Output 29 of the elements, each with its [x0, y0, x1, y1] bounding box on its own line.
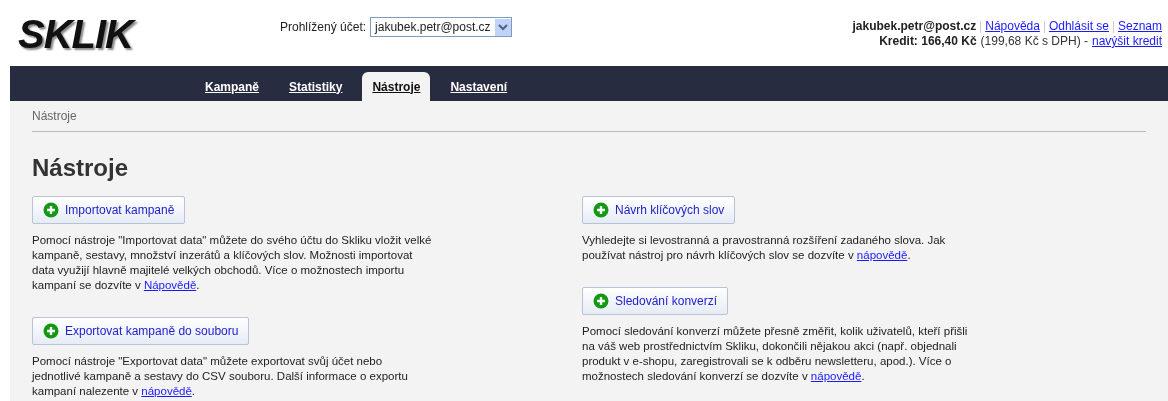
header-link[interactable]: Nápověda — [985, 19, 1040, 34]
account-label: Prohlížený účet: — [280, 19, 367, 36]
tool-description: Pomocí nástroje "Exportovat data" můžete exportovat svůj účet nebo jednotlivé kampaně a sestavy do CSV souboru. Další informace o exportu kampaní nalezente v nápovědě. — [32, 354, 409, 399]
tool-button[interactable]: Exportovat kampaně do souboru — [32, 317, 250, 345]
tool-description: Vyhledejte si levostranná a pravostranná rozšíření zadaného slova. Jak používat nástroj pro návrh klíčových slov se dozvíte v nápovědě. — [582, 233, 947, 263]
plus-icon — [593, 202, 609, 218]
tool-button[interactable]: Importovat kampaně — [32, 196, 186, 224]
tool-button[interactable]: Sledování konverzí — [582, 287, 729, 315]
plus-icon — [593, 293, 609, 309]
breadcrumb: Nástroje — [32, 108, 77, 125]
header-link[interactable]: Seznam — [1117, 19, 1162, 34]
help-link[interactable]: nápovědě — [141, 385, 192, 397]
account-dropdown[interactable]: jakubek.petr@post.cz — [370, 17, 512, 37]
tool-description: Pomocí sledování konverzí můžete přesně změřit, kolik uživatelů, kteří přišli na váš web prostřednictvím Skliku, dokončili nějakou akci (např. objednali produkt v e-shopu, zaregistrovali se k odběru newsletteru, apod.). Více o možnostech sledování konverzí se dozvíte v nápovědě. — [582, 324, 969, 384]
nav-tab[interactable]: Nástroje — [362, 72, 431, 101]
nav-tab[interactable]: Statistiky — [279, 72, 353, 101]
nav-tab[interactable]: Kampaně — [195, 72, 270, 101]
plus-icon — [43, 202, 59, 218]
credit-note: (199,68 Kč s DPH) - — [980, 34, 1088, 49]
page-heading: Nástroje — [32, 154, 130, 182]
tool-button[interactable]: Návrh klíčových slov — [582, 196, 736, 224]
nav-tab[interactable]: Nastavení — [440, 72, 518, 101]
plus-icon — [43, 323, 59, 339]
credit-amount: Kredit: 166,40 Kč — [879, 34, 977, 49]
header-link[interactable]: Odhlásit se — [1048, 19, 1109, 34]
top-up-link[interactable]: navýšit kredit — [1091, 34, 1162, 49]
user-email: jakubek.petr@post.cz — [852, 19, 977, 34]
tool-description: Pomocí nástroje "Importovat data" můžete do svého účtu do Skliku vložit velké kampaně, sestavy, množství inzerátů a klíčových slov. Možnosti importovat data využijí hlavně majitelé velkých obchodů. Více o možnostech importu kampaní se dozvíte v Nápovědě. — [32, 233, 432, 293]
caret-icon — [494, 18, 511, 36]
